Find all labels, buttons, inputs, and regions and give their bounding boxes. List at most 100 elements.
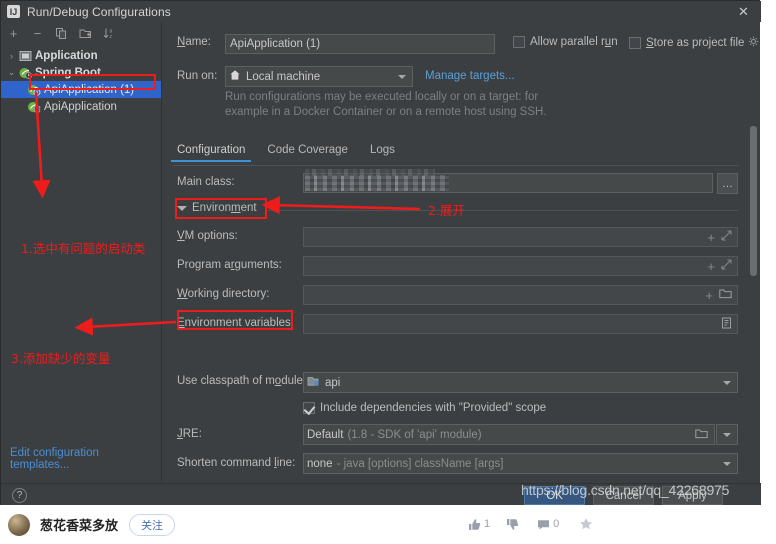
allow-parallel-run-checkbox[interactable] [513,36,525,48]
working-directory-input[interactable]: + [303,285,738,305]
gear-icon[interactable] [748,36,759,50]
main-class-input[interactable] [303,169,713,193]
comment-count: 0 [553,518,560,530]
configuration-form: Name: ApiApplication (1) Allow parallel … [163,22,760,483]
screenshot-root: IJ Run/Debug Configurations ✕ + − a z › … [0,0,776,544]
remove-configuration-button[interactable]: − [30,26,45,41]
chevron-down-icon[interactable] [723,432,731,437]
environment-variables-input[interactable] [303,314,738,334]
thumbs-up-icon [468,518,481,531]
vm-options-label: VM options: [177,230,238,242]
shorten-command-line-value: none [307,457,333,470]
allow-parallel-run-row[interactable]: Allow parallel run [513,36,618,48]
folder-icon[interactable] [719,288,732,302]
store-as-project-file-checkbox[interactable] [629,37,641,49]
name-input-value: ApiApplication (1) [230,38,321,50]
folder-add-icon[interactable] [78,26,93,41]
favorite-button[interactable] [579,517,593,531]
thumbs-down-button[interactable] [506,518,519,531]
annotation-note-1: 1.选中有问题的启动类 [21,241,146,256]
name-label: Name: [177,36,211,48]
configuration-tabs: Configuration Code Coverage Logs [170,144,395,162]
author-name[interactable]: 葱花香菜多放 [40,515,118,534]
environment-section-divider [267,210,738,211]
jre-value-hint: (1.8 - SDK of 'api' module) [347,428,482,441]
program-arguments-input[interactable]: + [303,256,738,276]
application-group-icon [18,49,32,62]
tree-group-label: Application [35,49,98,62]
avatar[interactable] [8,513,30,536]
chevron-down-icon[interactable] [398,74,406,79]
jre-dropdown-button[interactable] [716,424,738,445]
chevron-right-icon[interactable]: › [5,51,18,61]
plus-icon[interactable]: + [705,288,713,303]
engagement-stats: 1 0 [468,517,593,531]
dialog-title-bar: IJ Run/Debug Configurations [1,1,761,22]
run-on-help-line1: Run configurations may be executed local… [225,91,539,103]
sidebar-toolbar: + − a z [1,22,161,44]
annotation-note-3: 3.添加缺少的变量 [11,351,111,366]
plus-icon[interactable]: + [707,259,715,274]
name-input[interactable]: ApiApplication (1) [225,34,495,54]
sidebar-item-apiapplication[interactable]: ApiApplication [1,98,161,115]
run-on-select[interactable]: Local machine [225,66,413,87]
program-arguments-row: Program arguments: [177,259,282,271]
add-configuration-button[interactable]: + [6,26,21,41]
close-icon[interactable]: ✕ [735,3,752,20]
thumbs-up-button[interactable]: 1 [468,518,490,531]
use-classpath-value: api [325,376,341,389]
watermark-url: https://blog.csdn.net/qq_42268975 [521,482,730,498]
use-classpath-select[interactable]: api [303,372,738,393]
tree-group-application[interactable]: › Application [1,47,161,64]
vm-options-row: VM options: [177,230,238,242]
tab-configuration[interactable]: Configuration [170,144,252,162]
form-scrollbar-thumb[interactable] [750,126,757,276]
run-on-value: Local machine [246,70,321,83]
main-class-redacted-overflow [305,169,435,176]
working-directory-label: Working directory: [177,288,270,300]
include-provided-row[interactable]: Include dependencies with "Provided" sco… [303,402,546,414]
chevron-down-icon[interactable] [723,380,731,385]
shorten-command-line-hint: - java [options] className [args] [336,457,504,470]
main-class-row: Main class: [177,176,235,188]
expand-icon[interactable] [721,230,732,244]
vm-options-input[interactable]: + [303,227,738,247]
follow-button[interactable]: 关注 [129,513,176,536]
main-class-redacted-value [305,175,449,191]
list-edit-icon[interactable] [721,317,732,332]
run-on-help-line2: example in a Docker Container or on a re… [225,106,547,118]
store-as-project-file-row[interactable]: Store as project file [629,36,759,50]
help-button[interactable]: ? [12,488,27,503]
manage-targets-link[interactable]: Manage targets... [425,70,515,82]
jre-select[interactable]: Default (1.8 - SDK of 'api' module) [303,424,715,445]
dialog-title: Run/Debug Configurations [27,4,171,19]
annotation-box-environment-variables [177,310,293,330]
annotation-box-environment [175,198,267,219]
copy-icon[interactable] [54,26,69,41]
expand-icon[interactable] [721,259,732,273]
module-icon [307,375,320,390]
include-provided-checkbox[interactable] [303,402,315,414]
sort-icon[interactable]: a z [102,26,117,41]
allow-parallel-run-label: Allow parallel run [530,36,618,48]
main-class-browse-button[interactable]: … [717,173,738,194]
jre-row: JRE: [177,428,202,440]
intellij-idea-icon: IJ [7,5,20,18]
comment-icon [537,518,550,531]
annotation-box-selected-config [29,74,156,90]
edit-configuration-templates-link[interactable]: Edit configuration templates... [10,447,161,471]
shorten-command-line-select[interactable]: none - java [options] className [args] [303,453,738,474]
chevron-down-icon[interactable]: ⌄ [5,67,18,78]
plus-icon[interactable]: + [707,230,715,245]
tab-logs[interactable]: Logs [370,144,395,162]
chevron-down-icon[interactable] [723,461,731,466]
run-on-help-text: Run configurations may be executed local… [225,90,605,120]
tab-code-coverage[interactable]: Code Coverage [267,144,348,162]
comment-button[interactable]: 0 [537,518,559,531]
folder-icon[interactable] [695,428,708,442]
svg-text:z: z [110,34,113,40]
use-classpath-label: Use classpath of module: [177,375,307,387]
home-icon [229,69,241,84]
main-class-label: Main class: [177,176,235,188]
run-on-label: Run on: [177,70,218,82]
